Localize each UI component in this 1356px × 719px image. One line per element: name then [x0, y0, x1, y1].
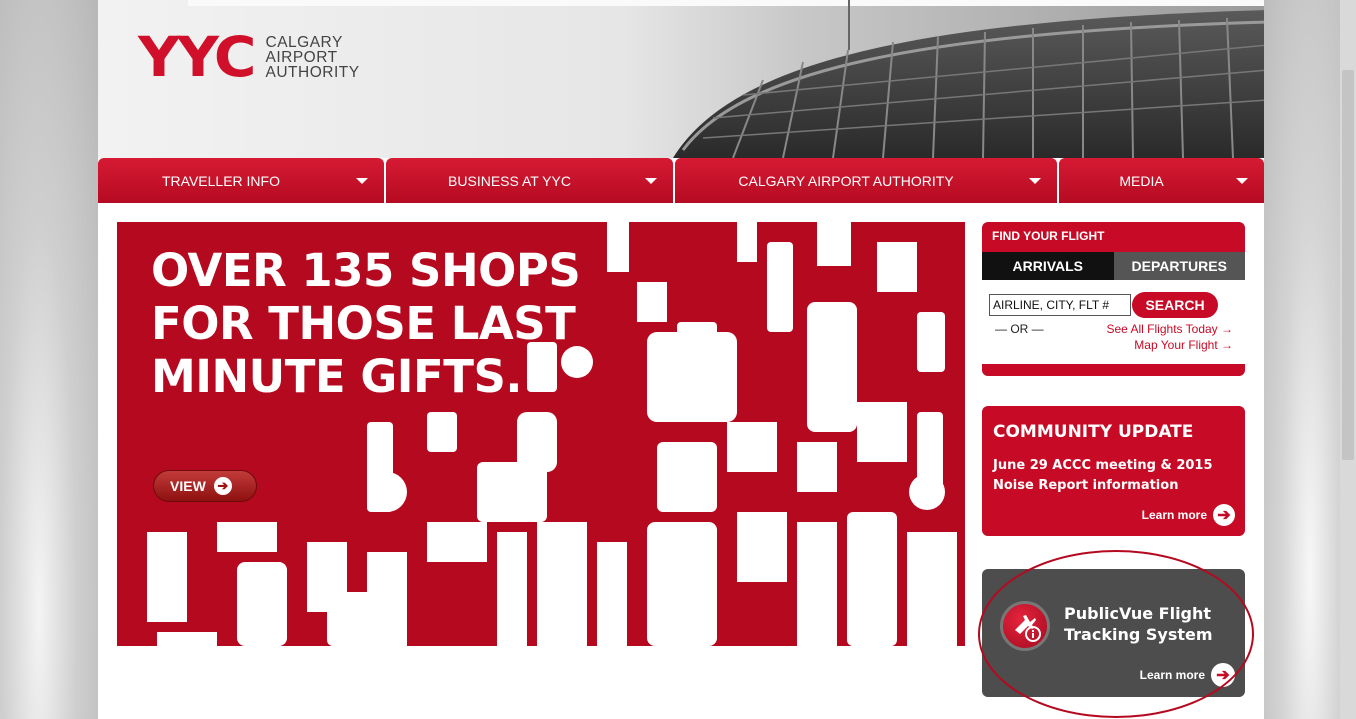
nav-media[interactable]: MEDIA	[1059, 158, 1264, 203]
tab-departures[interactable]: DEPARTURES	[1113, 252, 1245, 280]
nav-label: CALGARY AIRPORT AUTHORITY	[738, 172, 954, 189]
shops-promo-banner[interactable]: OVER 135 SHOPS FOR THOSE LAST MINUTE GIF…	[117, 222, 965, 646]
caret-down-icon	[645, 178, 657, 184]
logo-line-1: CALGARY	[265, 33, 343, 51]
learn-more-label: Learn more	[1141, 508, 1207, 522]
nav-label: BUSINESS AT YYC	[448, 172, 571, 189]
yyc-logo[interactable]: YYC CALGARY AIRPORT AUTHORITY	[138, 28, 360, 86]
flight-search-body: SEARCH — OR — See All Flights Today → Ma…	[982, 280, 1245, 364]
view-button[interactable]: VIEW ➔	[153, 470, 257, 502]
nav-label: TRAVELLER INFO	[162, 172, 280, 189]
flight-tabs: ARRIVALS DEPARTURES	[982, 252, 1245, 280]
banner-title: OVER 135 SHOPS FOR THOSE LAST MINUTE GIF…	[151, 244, 581, 403]
terminal-building-image	[673, 0, 1264, 158]
main-nav: TRAVELLER INFO BUSINESS AT YYC CALGARY A…	[98, 158, 1264, 203]
arrow-right-icon: ➔	[213, 477, 232, 495]
map-your-flight-link[interactable]: Map Your Flight →	[1134, 338, 1233, 352]
caret-down-icon	[356, 178, 368, 184]
community-title: COMMUNITY UPDATE	[993, 422, 1194, 442]
caret-down-icon	[1236, 178, 1248, 184]
nav-traveller-info[interactable]: TRAVELLER INFO	[98, 158, 384, 203]
nav-business-at-yyc[interactable]: BUSINESS AT YYC	[386, 158, 673, 203]
find-your-flight-widget: FIND YOUR FLIGHT ARRIVALS DEPARTURES SEA…	[982, 222, 1245, 376]
scrollbar[interactable]	[1340, 0, 1356, 719]
or-separator: — OR —	[995, 322, 1044, 336]
background-sky-left	[0, 0, 98, 719]
flight-search-input[interactable]	[989, 294, 1131, 316]
see-all-flights-link[interactable]: See All Flights Today →	[1106, 322, 1233, 336]
nav-label: MEDIA	[1119, 172, 1164, 189]
flight-widget-title: FIND YOUR FLIGHT	[992, 229, 1105, 243]
logo-line-2: AIRPORT	[265, 48, 338, 66]
caret-down-icon	[1029, 178, 1041, 184]
community-learn-more[interactable]: Learn more ➔	[1142, 504, 1235, 526]
scrollbar-thumb[interactable]	[1342, 70, 1354, 460]
logo-line-3: AUTHORITY	[265, 63, 360, 81]
highlight-ring-annotation	[978, 550, 1254, 718]
logo-mark: YYC	[138, 24, 256, 90]
nav-calgary-airport-authority[interactable]: CALGARY AIRPORT AUTHORITY	[675, 158, 1057, 203]
arrow-right-icon: ➔	[1213, 504, 1235, 526]
header: YYC CALGARY AIRPORT AUTHORITY	[98, 0, 1264, 158]
search-button[interactable]: SEARCH	[1132, 292, 1218, 318]
community-update-card[interactable]: COMMUNITY UPDATE June 29 ACCC meeting & …	[982, 406, 1245, 536]
community-body: June 29 ACCC meeting & 2015 Noise Report…	[993, 458, 1213, 493]
tab-arrivals[interactable]: ARRIVALS	[982, 252, 1114, 280]
logo-text: CALGARY AIRPORT AUTHORITY	[265, 33, 360, 81]
view-button-label: VIEW	[170, 478, 206, 494]
